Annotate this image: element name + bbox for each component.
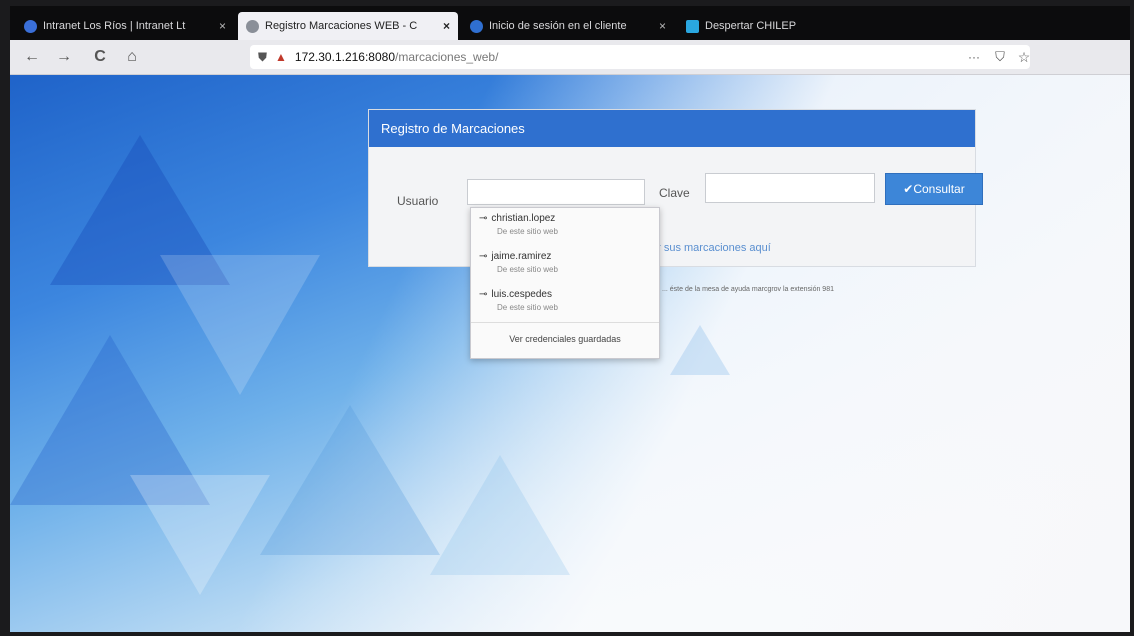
url-host: 172.30.1.216:8080 (294, 50, 396, 64)
bg-triangle (670, 325, 730, 375)
despertar-favicon-icon (686, 19, 699, 33)
intranet-favicon-icon (24, 19, 37, 33)
saved-login-item[interactable]: ⊸ luis.cespedes De este sitio web (471, 284, 659, 322)
tab-label: Despertar CHILEP (705, 20, 797, 32)
view-saved-logins-button[interactable]: Ver credenciales guardadas (471, 322, 659, 357)
tab-registro-marcaciones[interactable]: Registro Marcaciones WEB - C × (238, 12, 458, 40)
saved-login-user: christian.lopez (491, 213, 556, 224)
address-bar[interactable]: ⛊ ▲ 172.30.1.216:8080 /marcaciones_web/ (250, 45, 1030, 69)
saved-login-user: jaime.ramirez (491, 251, 552, 262)
bg-triangle (430, 455, 570, 575)
page-actions-icon[interactable]: ··· (962, 46, 986, 68)
clave-input[interactable] (706, 174, 886, 202)
bg-triangle (130, 475, 270, 595)
saved-login-source: De este sitio web (497, 265, 558, 274)
monitor-screen: Intranet Los Ríos | Intranet Lt × Regist… (10, 6, 1130, 632)
login-panel: Registro de Marcaciones Usuario Clave ✔C… (368, 109, 983, 267)
bookmark-star-icon[interactable]: ☆ (1012, 46, 1036, 68)
tab-label: Intranet Los Ríos | Intranet Lt (43, 20, 186, 32)
usuario-label: Usuario (397, 194, 439, 208)
saved-login-user: luis.cespedes (491, 289, 552, 300)
key-icon: ⊸ (479, 251, 488, 262)
back-arrow-icon[interactable]: ← (20, 46, 44, 68)
tracking-shield-icon[interactable]: ⛊ (258, 50, 267, 65)
saved-logins-dropdown: ⊸ christian.lopez De este sitio web ⊸ jaim… (470, 207, 660, 359)
bg-triangle (260, 405, 440, 555)
tab-inicio-sesion[interactable]: Inicio de sesión en el cliente × (462, 12, 674, 40)
zimbra-favicon-icon (470, 19, 483, 33)
key-icon: ⊸ (479, 213, 488, 224)
home-icon[interactable]: ⌂ (120, 46, 144, 68)
close-tab-icon[interactable]: × (219, 19, 226, 33)
panel-title: Registro de Marcaciones (369, 110, 975, 147)
saved-login-item[interactable]: ⊸ christian.lopez De este sitio web (471, 208, 659, 246)
pocket-icon[interactable]: ⛉ (988, 46, 1012, 68)
saved-login-source: De este sitio web (497, 303, 558, 312)
reload-icon[interactable]: C (88, 46, 112, 68)
tab-label: Registro Marcaciones WEB - C (265, 20, 418, 32)
browser-tab-strip: Intranet Los Ríos | Intranet Lt × Regist… (10, 6, 1130, 40)
page-favicon-icon (246, 19, 259, 33)
close-tab-icon[interactable]: × (659, 19, 666, 33)
usuario-field[interactable] (467, 179, 656, 205)
clave-field[interactable] (705, 173, 886, 203)
usuario-input[interactable] (468, 180, 656, 204)
help-note: ... éste de la mesa de ayuda marcgrov la… (662, 286, 834, 293)
navigation-toolbar: ← → C ⌂ ⛊ ▲ 172.30.1.216:8080 /marcacion… (10, 40, 1130, 75)
tab-intranet[interactable]: Intranet Los Ríos | Intranet Lt × (16, 12, 234, 40)
close-tab-icon[interactable]: × (443, 19, 450, 33)
saved-login-item[interactable]: ⊸ jaime.ramirez De este sitio web (471, 246, 659, 284)
url-path: /marcaciones_web/ (395, 50, 499, 64)
consultar-button[interactable]: ✔Consultar (885, 173, 983, 205)
forward-arrow-icon[interactable]: → (52, 46, 76, 68)
tab-label: Inicio de sesión en el cliente (489, 20, 627, 32)
key-icon: ⊸ (479, 289, 488, 300)
clave-label: Clave (659, 186, 690, 200)
tab-despertar[interactable]: Despertar CHILEP (678, 12, 878, 40)
saved-login-source: De este sitio web (497, 227, 558, 236)
insecure-lock-icon[interactable]: ▲ (275, 50, 287, 64)
marcaciones-link[interactable]: ar sus marcaciones aquí (651, 242, 771, 254)
